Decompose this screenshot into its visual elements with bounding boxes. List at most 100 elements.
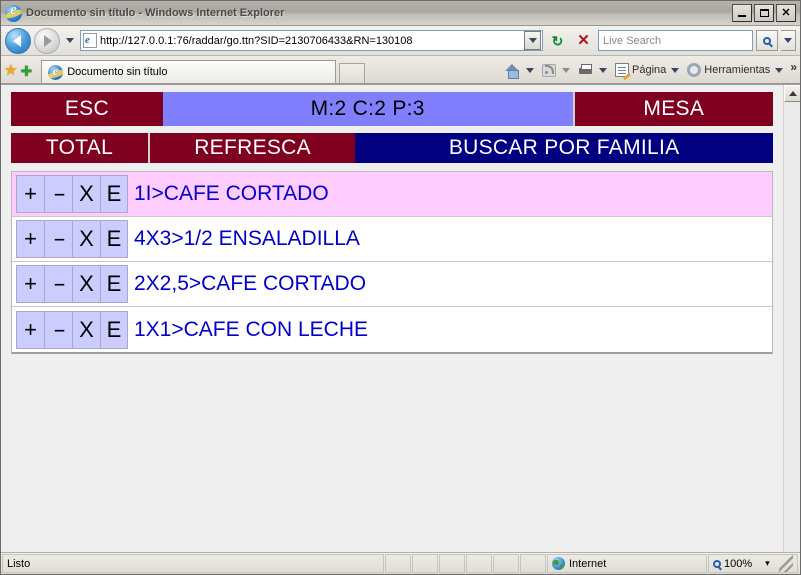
zoom-level-label: 100% <box>724 557 753 570</box>
page-menu[interactable]: Página <box>612 61 682 79</box>
delete-button[interactable]: X <box>72 175 100 213</box>
status-segment <box>466 554 492 573</box>
home-icon <box>505 63 520 79</box>
table-row[interactable]: + -- X E 4X3>1/2 ENSALADILLA <box>12 217 772 262</box>
search-provider-dropdown[interactable] <box>781 30 796 51</box>
stop-button[interactable]: ✕ <box>572 30 595 52</box>
table-row[interactable]: + -- X E 1I>CAFE CORTADO <box>12 172 772 217</box>
increase-button[interactable]: + <box>16 310 44 349</box>
order-item-label[interactable]: 1I>CAFE CORTADO <box>128 172 772 216</box>
address-dropdown-button[interactable] <box>524 31 541 50</box>
favorites-center-icon[interactable]: ★ <box>4 63 17 78</box>
order-item-label[interactable]: 1X1>CAFE CON LECHE <box>128 307 772 352</box>
esc-button[interactable]: ESC <box>11 92 163 126</box>
rss-icon <box>542 63 557 77</box>
status-segment <box>493 554 519 573</box>
row-actions: + -- X E <box>12 307 128 352</box>
table-row[interactable]: + -- X E 2X2,5>CAFE CORTADO <box>12 262 772 307</box>
order-list: + -- X E 1I>CAFE CORTADO + -- X E 4X3>1/… <box>11 171 773 354</box>
refresh-icon: ↻ <box>551 32 564 49</box>
order-item-label[interactable]: 2X2,5>CAFE CORTADO <box>128 262 772 306</box>
header-row-secondary: TOTAL REFRESCA BUSCAR POR FAMILIA <box>11 133 773 163</box>
refresh-button[interactable]: ↻ <box>546 30 569 52</box>
command-overflow-icon[interactable]: » <box>790 60 797 74</box>
close-button[interactable]: ✕ <box>776 4 796 22</box>
tab-command-bar: ★ ✚ Documento sin título Página <box>1 56 800 84</box>
maximize-button[interactable] <box>754 4 774 22</box>
page-menu-label: Página <box>632 64 667 76</box>
edit-button[interactable]: E <box>100 265 128 303</box>
security-zone[interactable]: Internet <box>547 554 707 573</box>
address-bar-value: http://127.0.0.1:76/raddar/go.ttn?SID=21… <box>100 34 413 47</box>
delete-button[interactable]: X <box>72 220 100 258</box>
buscar-por-familia-button[interactable]: BUSCAR POR FAMILIA <box>355 133 773 163</box>
mesa-button[interactable]: MESA <box>574 92 773 126</box>
feeds-button[interactable] <box>539 62 573 79</box>
decrease-button[interactable]: -- <box>44 265 72 303</box>
chevron-down-icon[interactable] <box>526 67 535 73</box>
pos-application: ESC M:2 C:2 P:3 MESA TOTAL REFRESCA BUSC… <box>1 85 783 552</box>
scroll-up-button[interactable] <box>784 85 800 102</box>
scroll-up-arrow-icon <box>788 91 797 96</box>
zoom-magnifier-icon <box>713 559 721 568</box>
chevron-down-icon[interactable] <box>599 67 608 73</box>
search-placeholder: Live Search <box>603 34 662 47</box>
resize-grip[interactable] <box>779 555 793 572</box>
vertical-scrollbar[interactable] <box>783 85 800 552</box>
printer-icon <box>578 63 593 77</box>
tools-menu[interactable]: Herramientas <box>684 61 786 79</box>
delete-button[interactable]: X <box>72 310 100 349</box>
command-bar: Página Herramientas » <box>502 60 797 80</box>
page-favicon-icon: e <box>83 33 97 48</box>
zoom-control[interactable]: 100% ▾ <box>708 554 798 573</box>
search-go-button[interactable] <box>756 30 778 51</box>
status-segment <box>385 554 411 573</box>
row-actions: + -- X E <box>12 217 128 261</box>
back-button[interactable] <box>5 27 31 54</box>
decrease-button[interactable]: -- <box>44 310 72 349</box>
total-button[interactable]: TOTAL <box>11 133 148 163</box>
increase-button[interactable]: + <box>16 220 44 258</box>
forward-button[interactable] <box>34 27 60 54</box>
chevron-down-icon[interactable] <box>562 67 571 73</box>
minimize-button[interactable] <box>732 4 752 22</box>
page-icon <box>615 63 630 77</box>
table-row[interactable]: + -- X E 1X1>CAFE CON LECHE <box>12 307 772 352</box>
chevron-down-icon[interactable] <box>775 67 784 73</box>
delete-button[interactable]: X <box>72 265 100 303</box>
session-info-display[interactable]: M:2 C:2 P:3 <box>162 92 573 126</box>
order-item-label[interactable]: 4X3>1/2 ENSALADILLA <box>128 217 772 261</box>
status-segment <box>439 554 465 573</box>
edit-button[interactable]: E <box>100 310 128 349</box>
status-text: Listo <box>2 554 384 573</box>
search-input[interactable]: Live Search <box>598 30 753 51</box>
browser-tab[interactable]: Documento sin título <box>41 60 337 83</box>
increase-button[interactable]: + <box>16 265 44 303</box>
row-actions: + -- X E <box>12 172 128 216</box>
add-favorite-icon[interactable]: ✚ <box>20 64 32 78</box>
status-bar: Listo Internet 100% ▾ <box>1 552 800 574</box>
decrease-button[interactable]: -- <box>44 175 72 213</box>
address-bar[interactable]: e http://127.0.0.1:76/raddar/go.ttn?SID=… <box>80 30 543 51</box>
decrease-button[interactable]: -- <box>44 220 72 258</box>
increase-button[interactable]: + <box>16 175 44 213</box>
chevron-down-icon[interactable]: ▾ <box>765 558 770 569</box>
page-content: ESC M:2 C:2 P:3 MESA TOTAL REFRESCA BUSC… <box>1 84 800 552</box>
edit-button[interactable]: E <box>100 220 128 258</box>
refresca-button[interactable]: REFRESCA <box>149 133 356 163</box>
window-controls: ✕ <box>732 4 798 22</box>
home-button[interactable] <box>502 62 537 79</box>
print-button[interactable] <box>575 62 610 79</box>
edit-button[interactable]: E <box>100 175 128 213</box>
new-tab-button[interactable] <box>339 63 366 83</box>
gear-icon <box>687 63 702 77</box>
stop-icon: ✕ <box>577 32 590 49</box>
tab-title: Documento sin título <box>67 66 168 78</box>
tab-favicon-icon <box>48 64 64 80</box>
window-title: Documento sin título - Windows Internet … <box>26 7 285 19</box>
history-dropdown-icon[interactable] <box>63 30 77 52</box>
chevron-down-icon[interactable] <box>671 67 680 73</box>
status-segment <box>412 554 438 573</box>
status-segment <box>520 554 546 573</box>
row-actions: + -- X E <box>12 262 128 306</box>
